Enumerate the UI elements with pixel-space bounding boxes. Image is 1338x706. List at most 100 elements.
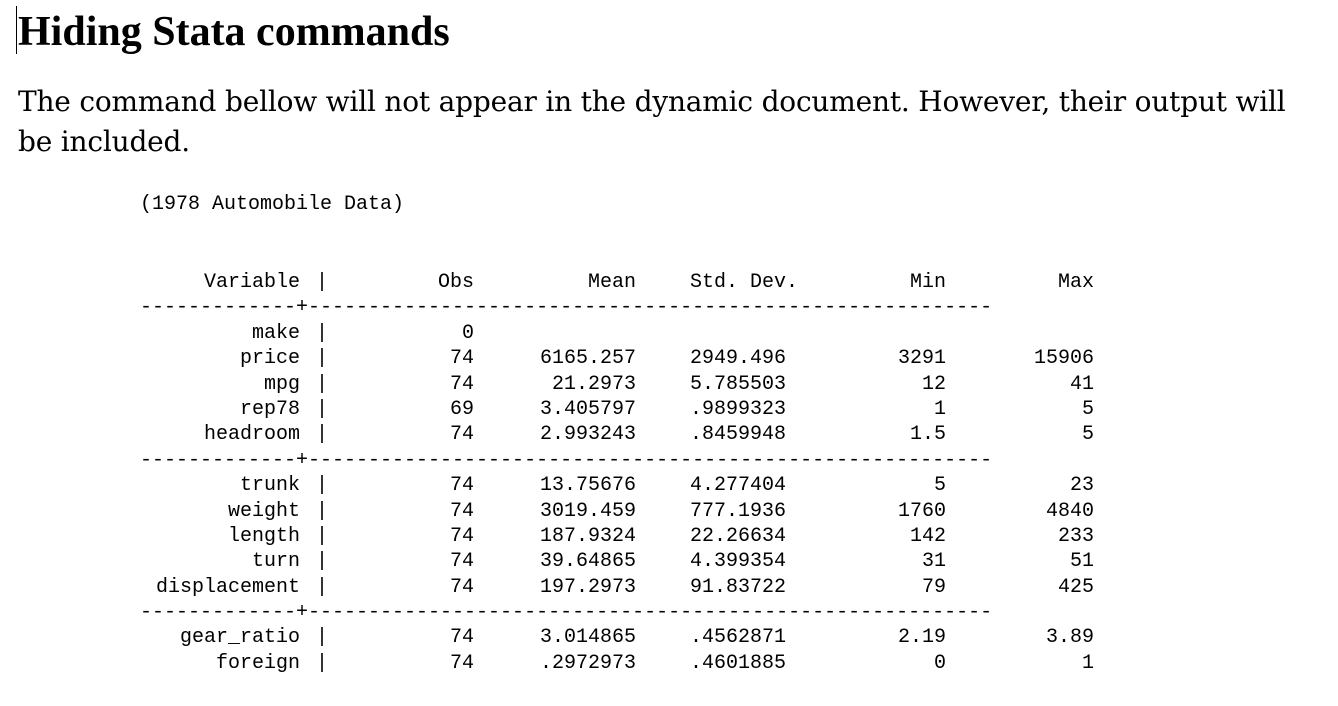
std-dev-value: 5.785503 bbox=[690, 372, 787, 396]
variable-name: gear_ratio bbox=[179, 626, 300, 650]
column-divider: | bbox=[316, 626, 329, 650]
std-dev-value: 4.399354 bbox=[690, 550, 787, 574]
header-mean: Mean bbox=[587, 271, 636, 294]
mean-value: 2.993243 bbox=[539, 423, 636, 447]
table-separator: -------------+--------------------------… bbox=[140, 296, 993, 320]
column-divider: | bbox=[316, 423, 329, 447]
obs-value: 74 bbox=[449, 474, 474, 498]
table-row: headroom | 74 2.993243 .8459948 1.5 5 bbox=[140, 422, 1100, 447]
table-separator: -------------+--------------------------… bbox=[140, 601, 993, 625]
column-divider: | bbox=[316, 499, 329, 523]
min-value: 1760 bbox=[897, 499, 946, 523]
table-row: rep78 | 69 3.405797 .9899323 1 5 bbox=[140, 397, 1100, 422]
std-dev-value: 22.26634 bbox=[690, 524, 787, 548]
min-value: 79 bbox=[921, 575, 946, 599]
variable-name: rep78 bbox=[239, 397, 300, 421]
obs-value: 74 bbox=[449, 372, 474, 396]
mean-value: 21.2973 bbox=[551, 372, 636, 396]
column-divider: | bbox=[316, 397, 329, 421]
min-value: 142 bbox=[909, 524, 946, 548]
mean-value: 3.014865 bbox=[539, 626, 636, 650]
min-value: 2.19 bbox=[897, 626, 946, 650]
column-divider: | bbox=[316, 575, 329, 599]
mean-value: 3019.459 bbox=[539, 499, 636, 523]
variable-name: mpg bbox=[263, 372, 300, 396]
max-value: 1 bbox=[1081, 651, 1094, 675]
obs-value: 74 bbox=[449, 575, 474, 599]
column-divider: | bbox=[316, 321, 329, 345]
table-row: trunk | 74 13.75676 4.277404 5 23 bbox=[140, 473, 1100, 498]
std-dev-value: .9899323 bbox=[690, 397, 787, 421]
mean-value: 187.9324 bbox=[539, 524, 636, 548]
column-divider: | bbox=[316, 651, 329, 675]
intro-paragraph: The command bellow will not appear in th… bbox=[18, 85, 1286, 158]
max-value: 3.89 bbox=[1045, 626, 1094, 650]
max-value: 5 bbox=[1081, 423, 1094, 447]
table-separator: -------------+--------------------------… bbox=[140, 448, 993, 472]
obs-value: 74 bbox=[449, 626, 474, 650]
std-dev-value: 2949.496 bbox=[690, 347, 787, 371]
column-divider: | bbox=[316, 550, 329, 574]
column-divider: | bbox=[316, 474, 329, 498]
table-row: displacement | 74 197.2973 91.83722 79 425 bbox=[140, 575, 1100, 600]
max-value: 23 bbox=[1069, 474, 1094, 498]
min-value: 31 bbox=[921, 550, 946, 574]
variable-name: trunk bbox=[239, 474, 300, 498]
header-min: Min bbox=[909, 271, 946, 294]
summary-table: Variable | Obs Mean Std. Dev. Min Max --… bbox=[140, 270, 1100, 676]
table-row: length | 74 187.9324 22.26634 142 233 bbox=[140, 524, 1100, 549]
column-divider: | bbox=[316, 372, 329, 396]
variable-name: displacement bbox=[155, 575, 300, 599]
mean-value: 39.64865 bbox=[539, 550, 636, 574]
table-row: price | 74 6165.257 2949.496 3291 15906 bbox=[140, 346, 1100, 371]
min-value: 0 bbox=[933, 651, 946, 675]
column-divider: | bbox=[316, 347, 329, 371]
variable-name: headroom bbox=[203, 423, 300, 447]
mean-value: 6165.257 bbox=[539, 347, 636, 371]
table-row: foreign | 74 .2972973 .4601885 0 1 bbox=[140, 651, 1100, 676]
header-max: Max bbox=[1057, 271, 1094, 294]
obs-value: 74 bbox=[449, 347, 474, 371]
table-row: gear_ratio | 74 3.014865 .4562871 2.19 3.89 bbox=[140, 625, 1100, 650]
variable-name: length bbox=[227, 524, 300, 548]
obs-value: 74 bbox=[449, 423, 474, 447]
table-header-row: Variable | Obs Mean Std. Dev. Min Max bbox=[140, 270, 1100, 295]
std-dev-value: 4.277404 bbox=[690, 474, 787, 498]
header-std-dev: Std. Dev. bbox=[690, 271, 799, 294]
max-value: 41 bbox=[1069, 372, 1094, 396]
table-body: -------------+--------------------------… bbox=[140, 295, 1100, 676]
max-value: 5 bbox=[1081, 397, 1094, 421]
max-value: 15906 bbox=[1033, 347, 1094, 371]
header-obs: Obs bbox=[437, 271, 474, 294]
text-cursor bbox=[16, 6, 17, 54]
max-value: 4840 bbox=[1045, 499, 1094, 523]
table-row: turn | 74 39.64865 4.399354 31 51 bbox=[140, 549, 1100, 574]
obs-value: 0 bbox=[461, 321, 474, 345]
header-variable: Variable bbox=[203, 271, 300, 294]
variable-name: price bbox=[239, 347, 300, 371]
std-dev-value: .4601885 bbox=[690, 651, 787, 675]
mean-value: 13.75676 bbox=[539, 474, 636, 498]
table-row: weight | 74 3019.459 777.1936 1760 4840 bbox=[140, 499, 1100, 524]
std-dev-value: .8459948 bbox=[690, 423, 787, 447]
obs-value: 74 bbox=[449, 550, 474, 574]
table-row: make | 0 bbox=[140, 321, 1100, 346]
mean-value: 3.405797 bbox=[539, 397, 636, 421]
variable-name: weight bbox=[227, 499, 300, 523]
obs-value: 69 bbox=[449, 397, 474, 421]
max-value: 425 bbox=[1057, 575, 1094, 599]
mean-value: 197.2973 bbox=[539, 575, 636, 599]
mean-value: .2972973 bbox=[539, 651, 636, 675]
variable-name: turn bbox=[251, 550, 300, 574]
obs-value: 74 bbox=[449, 651, 474, 675]
min-value: 12 bbox=[921, 372, 946, 396]
max-value: 233 bbox=[1057, 524, 1094, 548]
table-row: mpg | 74 21.2973 5.785503 12 41 bbox=[140, 372, 1100, 397]
min-value: 3291 bbox=[897, 347, 946, 371]
std-dev-value: 777.1936 bbox=[690, 499, 787, 523]
min-value: 1.5 bbox=[909, 423, 946, 447]
column-divider: | bbox=[316, 271, 329, 294]
column-divider: | bbox=[316, 524, 329, 548]
page-title: Hiding Stata commands bbox=[18, 9, 450, 55]
min-value: 1 bbox=[933, 397, 946, 421]
